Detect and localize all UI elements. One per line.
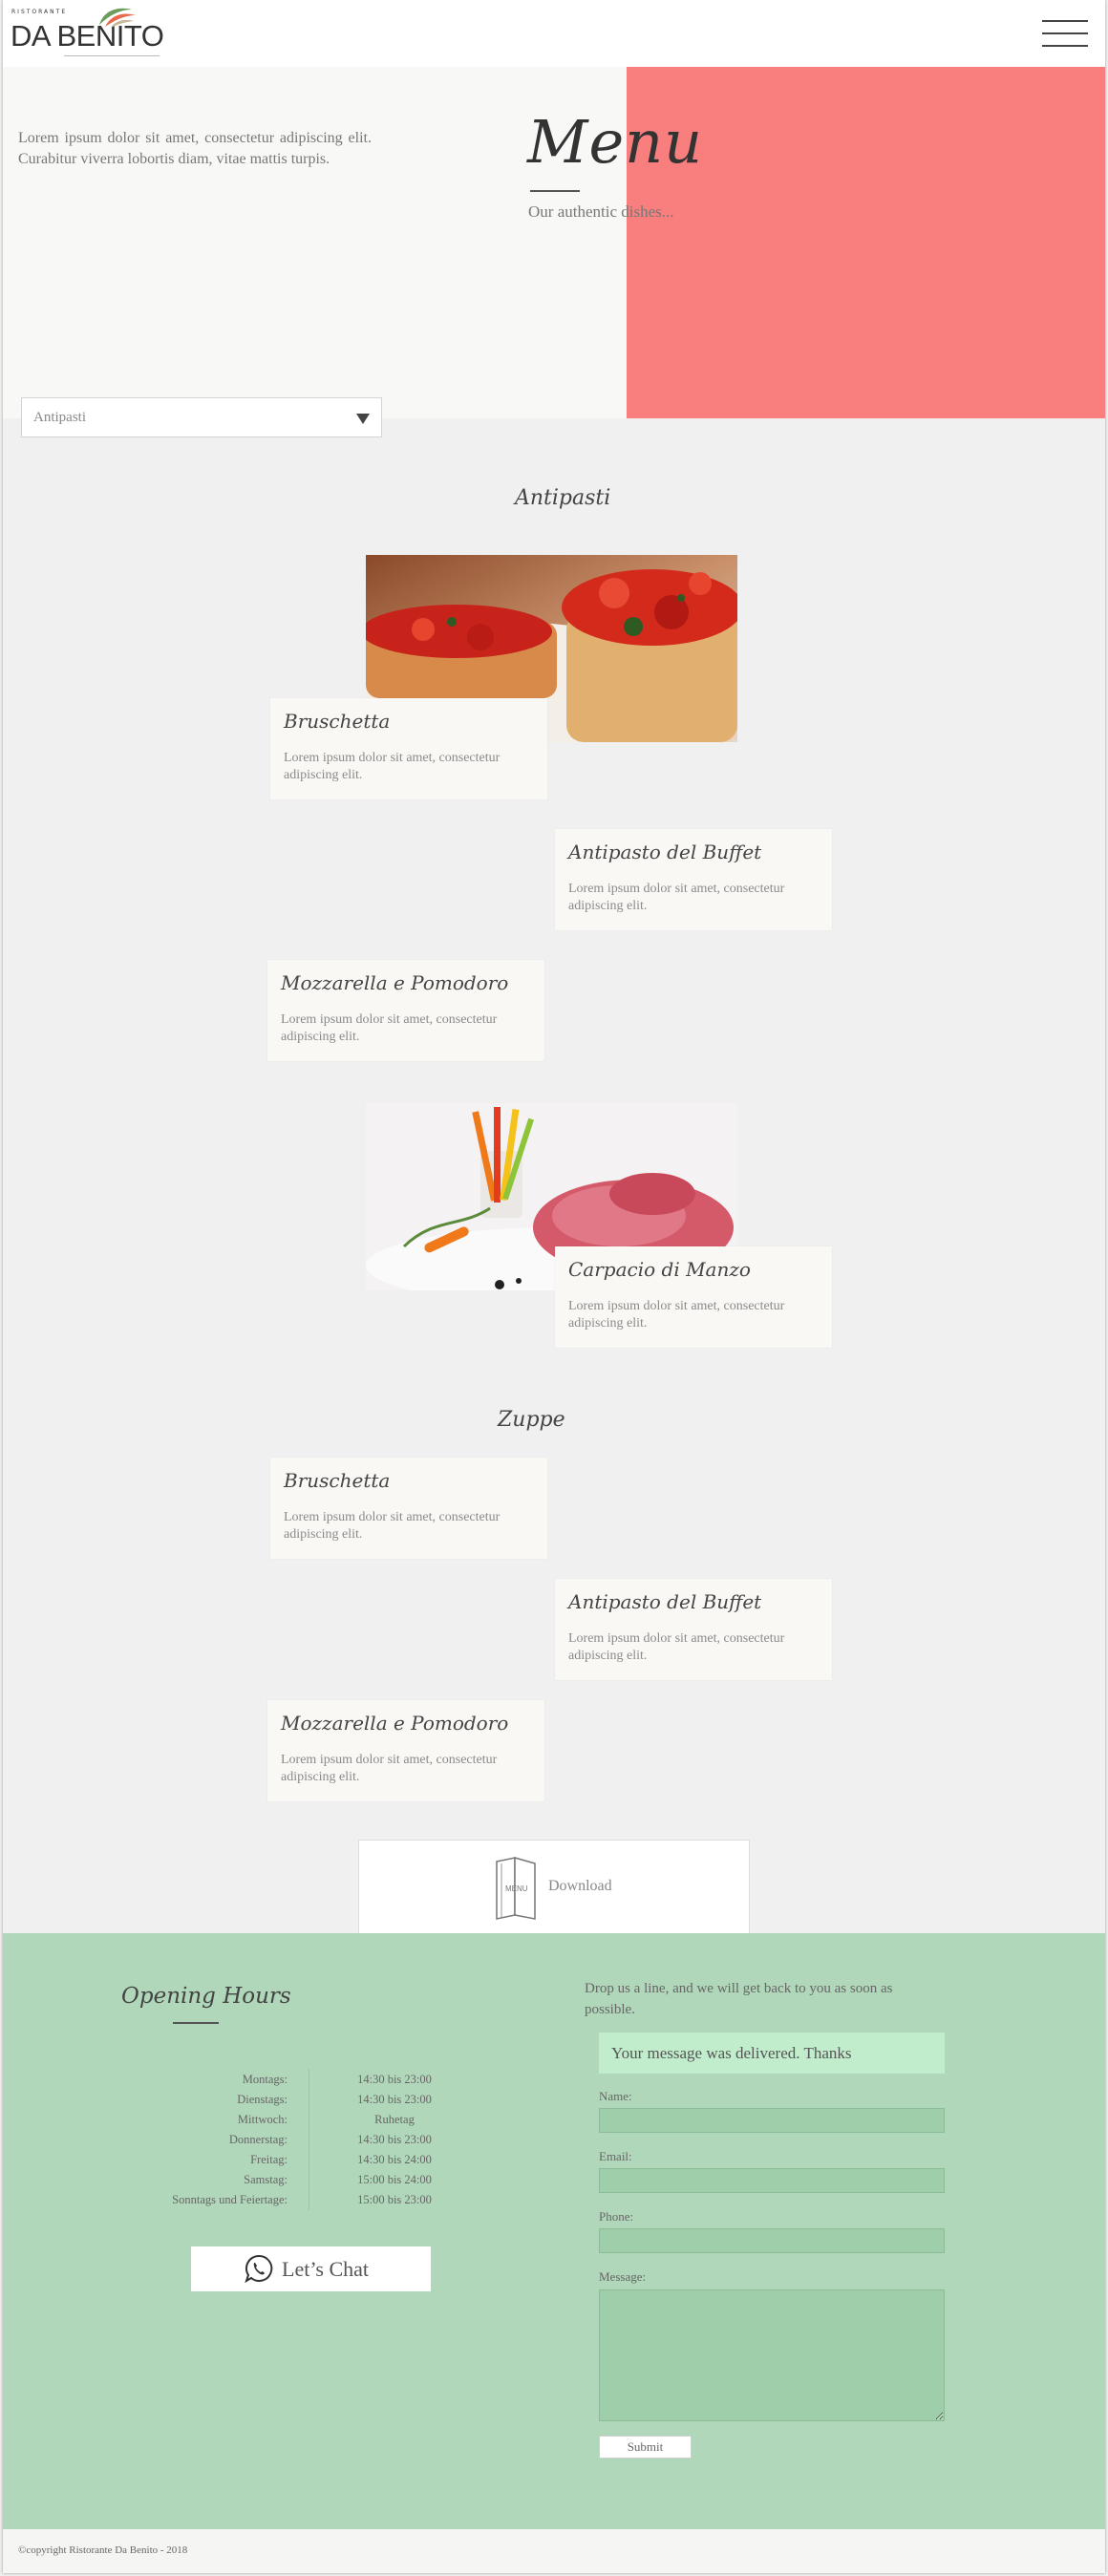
hours-day: Donnerstag: xyxy=(228,2133,288,2146)
page-subtitle: Our authentic dishes... xyxy=(528,202,674,221)
hours-time: Ruhetag xyxy=(374,2113,415,2126)
page-frame: RISTORANTE DA BENITO Lorem ipsum dolor s… xyxy=(3,0,1105,2573)
contact-intro: Drop us a line, and we will get back to … xyxy=(585,1981,893,2017)
hours-day: Freitag: xyxy=(250,2153,288,2166)
logo-wordmark[interactable]: DA BENITO xyxy=(11,21,164,51)
menu-item-name: Bruschetta xyxy=(284,710,391,733)
hours-day: Sonntags und Feiertage: xyxy=(172,2193,288,2206)
page-title: Menu xyxy=(527,107,704,177)
menu-item-description: Lorem ipsum dolor sit amet, consectetur … xyxy=(568,1299,785,1331)
hours-time: 14:30 bis 24:00 xyxy=(357,2153,432,2166)
email-field[interactable] xyxy=(599,2168,945,2193)
download-label: Download xyxy=(548,1878,612,1894)
menu-item-card[interactable]: Antipasto del Buffet Lorem ipsum dolor s… xyxy=(555,1579,832,1680)
success-message-text: Your message was delivered. Thanks xyxy=(611,2044,852,2062)
menu-item-card[interactable]: Carpacio di Manzo Lorem ipsum dolor sit … xyxy=(555,1246,832,1348)
hours-day: Dienstags: xyxy=(237,2093,288,2106)
menu-item-description: Lorem ipsum dolor sit amet, consectetur … xyxy=(568,1631,785,1663)
logo-subtitle: RISTORANTE xyxy=(11,9,68,15)
menu-item-name: Carpacio di Manzo xyxy=(568,1258,751,1281)
email-label: Email: xyxy=(599,2149,632,2163)
menu-item-name: Mozzarella e Pomodoro xyxy=(281,971,509,994)
title-underline xyxy=(530,190,580,192)
success-message: Your message was delivered. Thanks xyxy=(599,2033,945,2074)
hamburger-icon[interactable] xyxy=(1042,20,1088,49)
name-field[interactable] xyxy=(599,2108,945,2133)
menu-item-description: Lorem ipsum dolor sit amet, consectetur … xyxy=(281,1012,498,1044)
submit-button[interactable]: Submit xyxy=(599,2436,692,2459)
hours-day: Mittwoch: xyxy=(237,2113,288,2126)
hours-time: 14:30 bis 23:00 xyxy=(357,2073,432,2086)
menu-item-description: Lorem ipsum dolor sit amet, consectetur … xyxy=(281,1753,498,1784)
menu-item-name: Bruschetta xyxy=(284,1469,391,1492)
triangle-down-icon xyxy=(356,414,370,424)
menu-item-card[interactable]: Bruschetta Lorem ipsum dolor sit amet, c… xyxy=(270,1458,547,1559)
name-label: Name: xyxy=(599,2089,632,2103)
hours-time: 14:30 bis 23:00 xyxy=(357,2093,432,2106)
hours-time: 15:00 bis 24:00 xyxy=(357,2173,432,2186)
copyright-text: ©copyright Ristorante Da Benito - 2018 xyxy=(18,2544,188,2556)
hours-day: Montags: xyxy=(242,2073,288,2086)
section-title-zuppe: Zuppe xyxy=(498,1408,565,1432)
menu-item-name: Mozzarella e Pomodoro xyxy=(281,1712,509,1735)
download-menu-button[interactable]: MENU Download xyxy=(358,1840,750,1935)
menu-item-description: Lorem ipsum dolor sit amet, consectetur … xyxy=(284,751,501,782)
lets-chat-button[interactable]: Let’s Chat xyxy=(191,2246,431,2291)
menu-item-card[interactable]: Antipasto del Buffet Lorem ipsum dolor s… xyxy=(555,829,832,930)
lets-chat-label: Let’s Chat xyxy=(282,2257,370,2281)
opening-hours-title: Opening Hours xyxy=(121,1984,291,2009)
hours-day: Samstag: xyxy=(244,2173,288,2186)
hero-intro-text: Lorem ipsum dolor sit amet, consectetur … xyxy=(18,130,372,167)
hours-time: 14:30 bis 23:00 xyxy=(357,2133,432,2146)
menu-item-card[interactable]: Bruschetta Lorem ipsum dolor sit amet, c… xyxy=(270,698,547,799)
hours-time: 15:00 bis 23:00 xyxy=(357,2193,432,2206)
menu-item-card[interactable]: Mozzarella e Pomodoro Lorem ipsum dolor … xyxy=(267,960,544,1061)
category-select[interactable]: Antipasti xyxy=(21,397,382,437)
opening-hours-underline xyxy=(173,2022,219,2024)
logo-underline xyxy=(64,55,160,56)
phone-label: Phone: xyxy=(599,2209,634,2224)
menu-item-card[interactable]: Mozzarella e Pomodoro Lorem ipsum dolor … xyxy=(267,1700,544,1801)
menu-item-description: Lorem ipsum dolor sit amet, consectetur … xyxy=(568,882,785,913)
section-title-antipasti: Antipasti xyxy=(515,486,611,510)
whatsapp-icon xyxy=(245,2254,273,2283)
message-label: Message: xyxy=(599,2269,647,2284)
site-header: RISTORANTE DA BENITO xyxy=(3,0,1105,67)
category-select-value: Antipasti xyxy=(33,410,86,425)
logo-leaf-icon xyxy=(99,8,136,28)
phone-field[interactable] xyxy=(599,2228,945,2253)
download-icon-text: MENU xyxy=(505,1884,528,1893)
menu-item-description: Lorem ipsum dolor sit amet, consectetur … xyxy=(284,1510,501,1542)
menu-item-name: Antipasto del Buffet xyxy=(568,1590,762,1613)
message-field[interactable] xyxy=(599,2289,945,2421)
menu-item-name: Antipasto del Buffet xyxy=(568,841,762,863)
